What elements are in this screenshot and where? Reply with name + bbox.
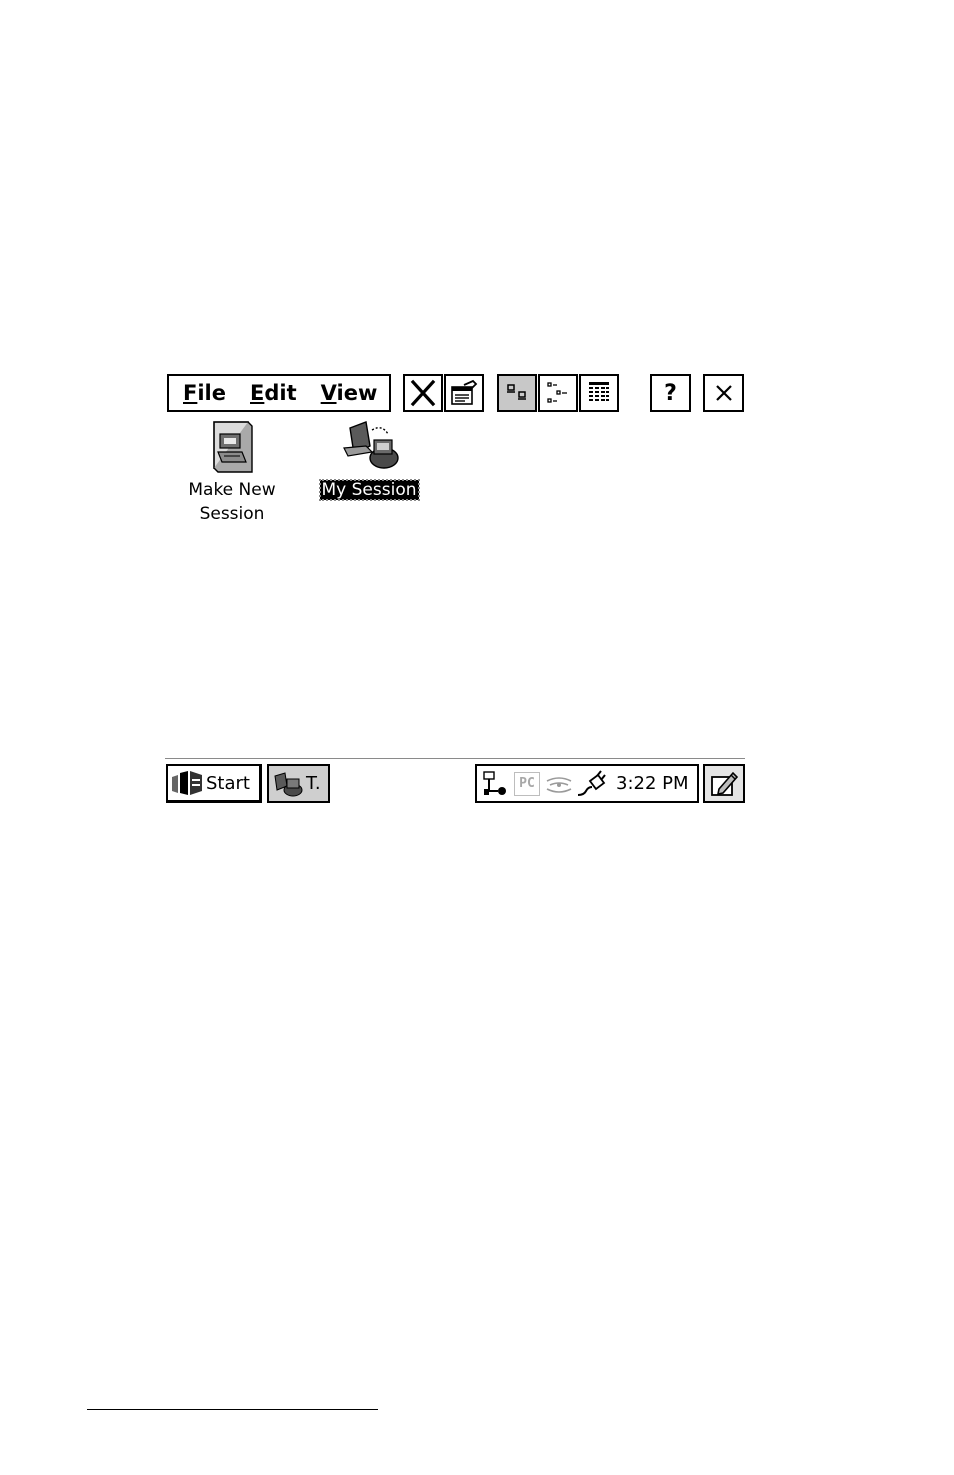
close-button[interactable] xyxy=(703,374,744,412)
session-icon xyxy=(343,421,399,469)
details-view-icon xyxy=(589,382,609,401)
session-task-icon xyxy=(274,771,303,796)
taskbar-app-label: T. xyxy=(306,773,321,794)
clock[interactable]: 3:22 PM xyxy=(616,773,689,794)
menu-view-label: iew xyxy=(336,381,378,405)
taskbar-app-button[interactable]: T. xyxy=(267,764,330,803)
help-icon: ? xyxy=(664,380,677,406)
menu-view[interactable]: View xyxy=(321,381,378,405)
properties-icon xyxy=(451,379,478,405)
make-new-session-item[interactable]: Make New Session xyxy=(172,416,292,526)
taskbar-top-border xyxy=(165,758,745,759)
start-icon xyxy=(172,771,202,795)
make-new-session-icon xyxy=(213,421,253,473)
my-session-label-text: My Session xyxy=(318,479,420,501)
system-tray: PC 3:22 PM xyxy=(475,764,699,803)
start-label: Start xyxy=(206,772,250,794)
network-icon[interactable] xyxy=(480,769,510,799)
details-view-button[interactable] xyxy=(579,374,619,412)
menu-file[interactable]: File xyxy=(183,381,226,405)
make-new-session-label-line2: Session xyxy=(199,504,265,524)
menu-edit-label: dit xyxy=(264,381,297,405)
pc-card-icon[interactable]: PC xyxy=(514,771,540,796)
my-session-label: My Session xyxy=(311,478,427,502)
menu-edit-accel: E xyxy=(250,381,265,405)
small-icons-view-button[interactable] xyxy=(538,374,578,412)
help-button[interactable]: ? xyxy=(650,374,691,412)
large-icons-view-button[interactable] xyxy=(497,374,537,412)
input-panel-icon xyxy=(711,771,739,796)
menu-bar: File Edit View xyxy=(167,374,391,412)
footnote-rule xyxy=(87,1409,378,1410)
large-icons-view-icon xyxy=(507,384,526,400)
menu-edit[interactable]: Edit xyxy=(250,381,297,405)
my-session-item[interactable]: My Session xyxy=(311,416,427,502)
properties-button[interactable] xyxy=(444,374,484,412)
infrared-icon[interactable] xyxy=(544,771,574,797)
input-panel-button[interactable] xyxy=(703,764,745,803)
menu-file-accel: F xyxy=(183,381,198,405)
delete-button[interactable] xyxy=(403,374,443,412)
small-icons-view-icon xyxy=(547,382,567,403)
menu-view-accel: V xyxy=(320,381,337,405)
power-plug-icon[interactable] xyxy=(576,769,606,799)
menu-file-label: ile xyxy=(197,381,226,405)
make-new-session-label-line1: Make New xyxy=(188,480,276,500)
close-icon xyxy=(715,385,732,401)
start-button[interactable]: Start xyxy=(166,764,262,803)
delete-x-icon xyxy=(410,379,436,407)
pc-card-label: PC xyxy=(519,776,535,791)
